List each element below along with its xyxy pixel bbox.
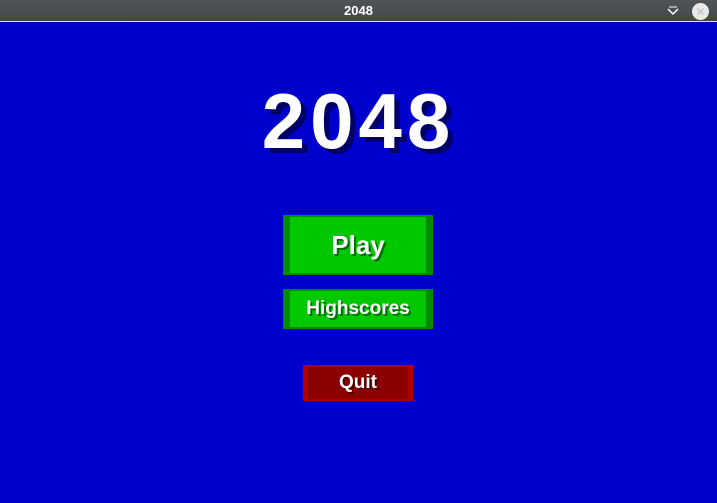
minimize-button[interactable] bbox=[664, 3, 682, 19]
close-icon bbox=[697, 8, 704, 15]
game-title: 2048 bbox=[261, 77, 456, 165]
quit-button[interactable]: Quit bbox=[303, 365, 413, 401]
chevron-down-icon bbox=[667, 6, 679, 16]
play-button[interactable]: Play bbox=[283, 215, 433, 275]
window-title: 2048 bbox=[344, 3, 373, 18]
main-menu: 2048 Play Highscores Quit bbox=[0, 22, 717, 503]
highscores-button[interactable]: Highscores bbox=[283, 289, 433, 329]
close-button[interactable] bbox=[692, 3, 709, 20]
app-window: 2048 2048 Play Highscores Quit bbox=[0, 0, 717, 503]
title-bar[interactable]: 2048 bbox=[0, 0, 717, 22]
